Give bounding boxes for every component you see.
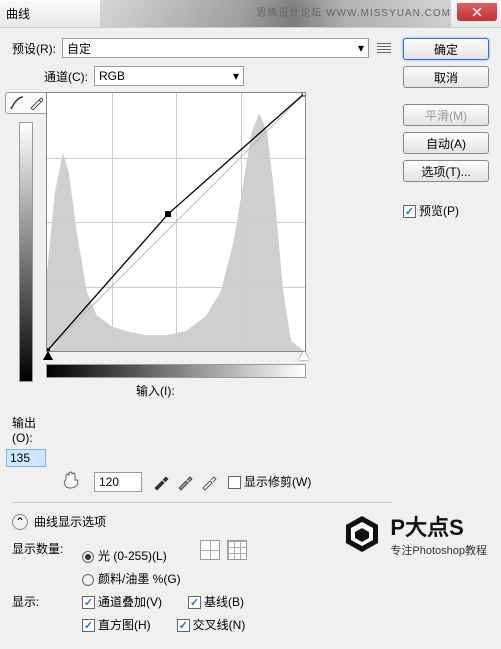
- close-icon: [472, 7, 482, 17]
- check-histogram[interactable]: 直方图(H): [82, 616, 151, 633]
- logo-icon: [342, 514, 382, 554]
- target-adjust-button[interactable]: [62, 471, 84, 492]
- curve-icon: [10, 96, 24, 110]
- show-clipping-checkbox[interactable]: 显示修剪(W): [228, 473, 311, 490]
- hand-icon: [62, 471, 84, 489]
- eyedropper-gray[interactable]: [176, 473, 194, 491]
- radio-pigment[interactable]: 颜料/油墨 %(G): [82, 572, 181, 586]
- output-gradient: [19, 122, 33, 382]
- pencil-icon: [29, 96, 43, 110]
- ok-button[interactable]: 确定: [403, 38, 489, 60]
- preset-label: 预设(R):: [12, 40, 56, 57]
- curve-tool-group: [5, 92, 48, 114]
- output-field[interactable]: [6, 449, 46, 467]
- watermark-text: 思缘设计论坛 WWW.MISSYUAN.COM: [256, 0, 451, 28]
- chevron-down-icon: ▾: [358, 41, 364, 55]
- channel-select[interactable]: RGB ▾: [94, 66, 244, 86]
- auto-button[interactable]: 自动(A): [403, 132, 489, 154]
- input-field[interactable]: [94, 472, 142, 492]
- channel-value: RGB: [99, 69, 125, 83]
- curve-tool-pencil[interactable]: [27, 95, 45, 111]
- eyedropper-white[interactable]: [200, 473, 218, 491]
- section-title: 曲线显示选项: [34, 513, 106, 530]
- show-amount-label: 显示数量:: [12, 540, 72, 557]
- logo-text-main: P大点S: [390, 510, 487, 542]
- channel-label: 通道(C):: [44, 68, 88, 85]
- preset-flyout-button[interactable]: [375, 39, 393, 57]
- black-point-slider[interactable]: [43, 351, 53, 360]
- titlebar: 曲线 思缘设计论坛 WWW.MISSYUAN.COM: [0, 0, 501, 28]
- options-button[interactable]: 选项(T)...: [403, 160, 489, 182]
- eyedropper-icon: [176, 473, 194, 491]
- check-crosshair[interactable]: 交叉线(N): [177, 616, 246, 633]
- chevron-up-icon: ⌃: [15, 515, 25, 529]
- eyedropper-icon: [200, 473, 218, 491]
- white-point-slider[interactable]: [299, 351, 309, 360]
- preview-checkbox[interactable]: 预览(P): [403, 202, 489, 219]
- collapse-button[interactable]: ⌃: [12, 514, 28, 530]
- cancel-button[interactable]: 取消: [403, 66, 489, 88]
- radio-light[interactable]: 光 (0-255)(L): [82, 549, 167, 563]
- show-label: 显示:: [12, 593, 72, 610]
- grid-fine-button[interactable]: [227, 540, 247, 560]
- input-gradient: [46, 364, 306, 378]
- curve-lines: [47, 93, 305, 351]
- eyedropper-icon: [152, 473, 170, 491]
- logo-text-sub: 专注Photoshop教程: [390, 542, 487, 558]
- brand-logo: P大点S 专注Photoshop教程: [342, 510, 487, 558]
- curve-graph[interactable]: [46, 92, 306, 352]
- check-baseline[interactable]: 基线(B): [188, 593, 244, 610]
- chevron-down-icon: ▾: [233, 69, 239, 83]
- preset-select[interactable]: 自定 ▾: [62, 38, 369, 58]
- check-overlay[interactable]: 通道叠加(V): [82, 593, 162, 610]
- window-title: 曲线: [6, 5, 30, 22]
- close-button[interactable]: [457, 3, 497, 21]
- grid-coarse-button[interactable]: [200, 540, 220, 560]
- curve-tool-point[interactable]: [8, 95, 26, 111]
- input-label: 输入(I):: [136, 382, 393, 399]
- eyedropper-black[interactable]: [152, 473, 170, 491]
- smooth-button: 平滑(M): [403, 104, 489, 126]
- preset-value: 自定: [67, 40, 91, 57]
- output-label: 输出(O):: [12, 414, 40, 445]
